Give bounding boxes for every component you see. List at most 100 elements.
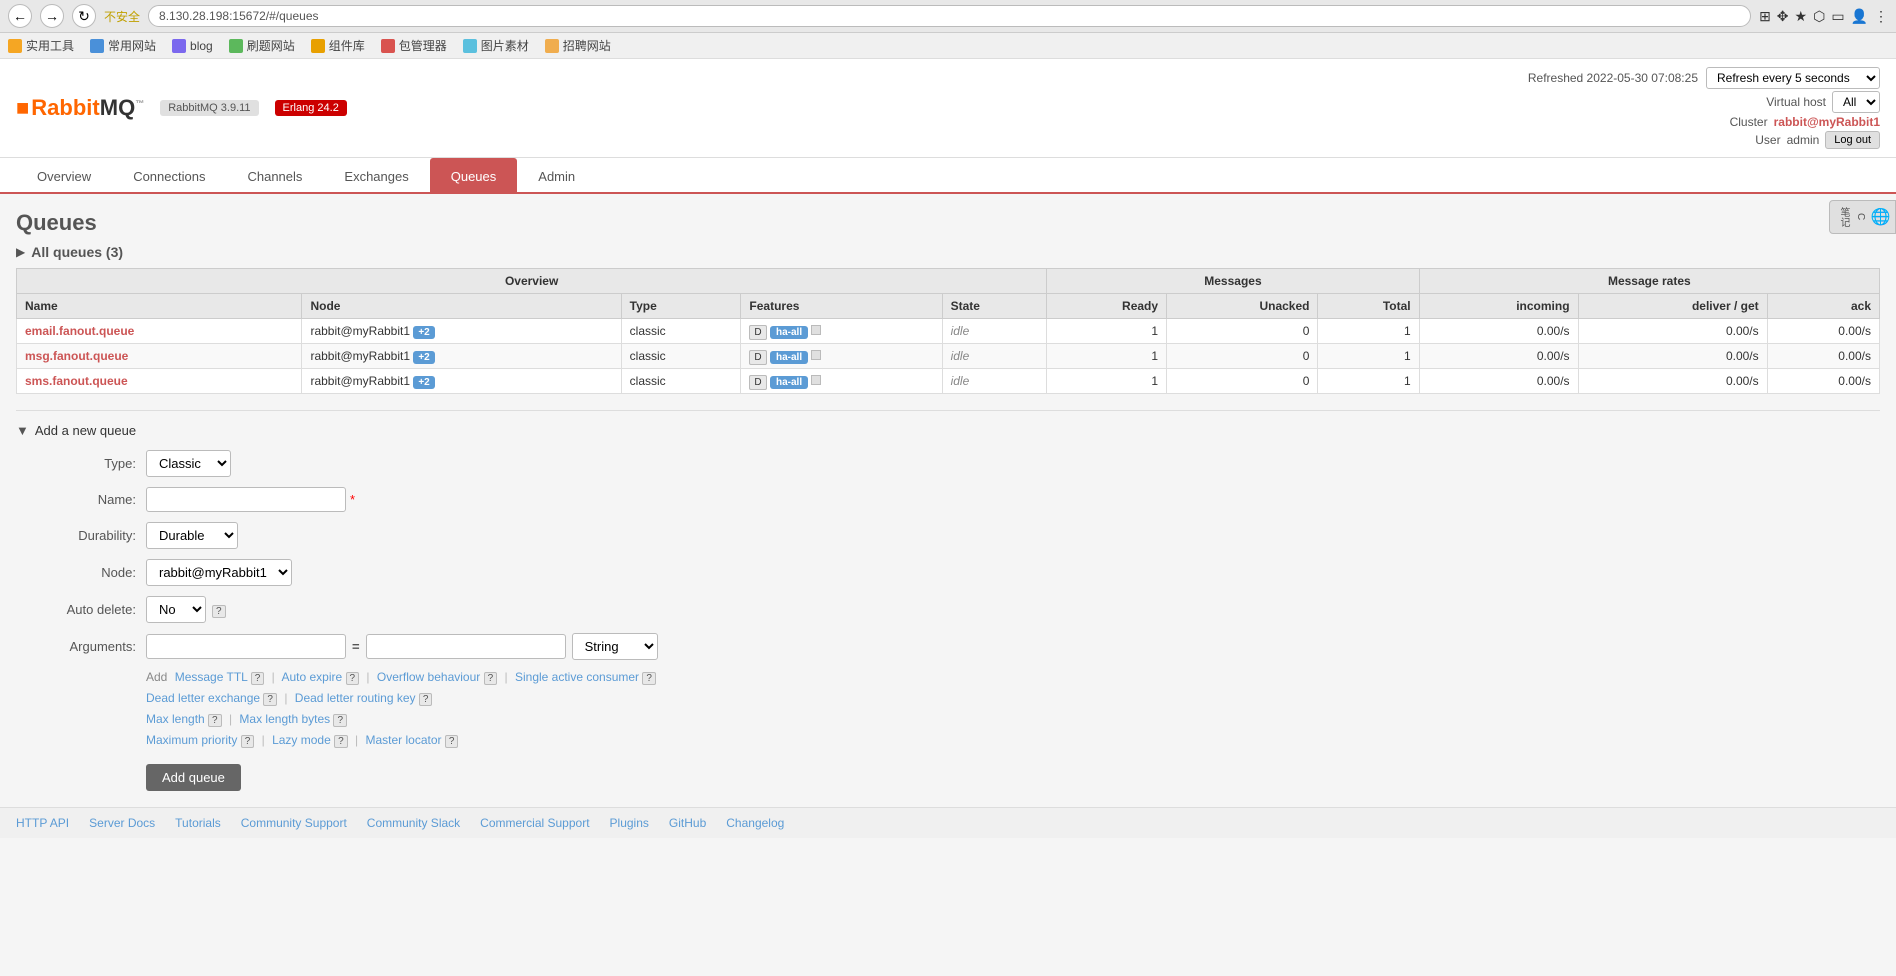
- durability-select[interactable]: Durable Transient: [146, 522, 238, 549]
- auto-expire-help-button[interactable]: ?: [346, 672, 360, 685]
- type-select[interactable]: Classic Quorum: [146, 450, 231, 477]
- logout-button[interactable]: Log out: [1825, 131, 1880, 149]
- reload-button[interactable]: ↻: [72, 4, 96, 28]
- arg-link-maximum-priority[interactable]: Maximum priority: [146, 733, 237, 747]
- maximum-priority-help-button[interactable]: ?: [241, 735, 255, 748]
- tab-exchanges[interactable]: Exchanges: [323, 158, 429, 194]
- footer-link-community-support[interactable]: Community Support: [241, 816, 347, 830]
- col-ready: Ready: [1047, 294, 1167, 319]
- overflow-help-button[interactable]: ?: [484, 672, 498, 685]
- user-row: User admin Log out: [1755, 131, 1880, 149]
- logo-mq: MQ: [100, 95, 135, 120]
- add-queue-arrow-icon: ▼: [16, 423, 29, 438]
- name-input[interactable]: [146, 487, 346, 512]
- side-panel[interactable]: 🌐 C 笔记: [1829, 200, 1896, 234]
- bookmark-blog[interactable]: blog: [172, 37, 213, 54]
- footer-link-community-slack[interactable]: Community Slack: [367, 816, 460, 830]
- arg-link-max-length[interactable]: Max length: [146, 712, 205, 726]
- arg-link-master-locator[interactable]: Master locator: [365, 733, 441, 747]
- arg-link-overflow-behaviour[interactable]: Overflow behaviour: [377, 670, 480, 684]
- queue-total-sms: 1: [1318, 369, 1419, 394]
- bookmark-shuati[interactable]: 刷题网站: [229, 37, 295, 54]
- footer-link-plugins[interactable]: Plugins: [610, 816, 649, 830]
- queue-deliver-sms: 0.00/s: [1578, 369, 1767, 394]
- col-node: Node: [302, 294, 621, 319]
- queue-ack-sms: 0.00/s: [1767, 369, 1879, 394]
- durable-badge: D: [749, 375, 766, 390]
- bookmark-changyong[interactable]: 常用网站: [90, 37, 156, 54]
- tab-overview[interactable]: Overview: [16, 158, 112, 194]
- queue-ack-msg: 0.00/s: [1767, 344, 1879, 369]
- queue-type-sms: classic: [621, 369, 741, 394]
- queue-name-sms[interactable]: sms.fanout.queue: [17, 369, 302, 394]
- max-length-help-button[interactable]: ?: [208, 714, 222, 727]
- tab-admin[interactable]: Admin: [517, 158, 596, 194]
- footer-link-commercial-support[interactable]: Commercial Support: [480, 816, 589, 830]
- bookmark-shiyong[interactable]: 实用工具: [8, 37, 74, 54]
- back-button[interactable]: ←: [8, 4, 32, 28]
- col-name: Name: [17, 294, 302, 319]
- refresh-select[interactable]: Refresh every 5 seconds Refresh every 10…: [1706, 67, 1880, 89]
- bookmark-tupian[interactable]: 图片素材: [463, 37, 529, 54]
- add-args-row-3: Max length ? | Max length bytes ?: [146, 712, 1880, 727]
- footer-link-http-api[interactable]: HTTP API: [16, 816, 69, 830]
- name-row: Name: *: [16, 487, 1880, 512]
- footer-link-tutorials[interactable]: Tutorials: [175, 816, 221, 830]
- ha-badge: ha-all: [770, 376, 808, 389]
- queue-name-email[interactable]: email.fanout.queue: [17, 319, 302, 344]
- lazy-mode-help-button[interactable]: ?: [334, 735, 348, 748]
- arg-type-select[interactable]: String Number Boolean: [572, 633, 658, 660]
- add-args-row-2: Dead letter exchange ? | Dead letter rou…: [146, 691, 1880, 706]
- tab-queues[interactable]: Queues: [430, 158, 518, 194]
- plus2-badge[interactable]: +2: [413, 326, 434, 339]
- plus2-badge[interactable]: +2: [413, 376, 434, 389]
- section-arrow-icon: ▶: [16, 245, 25, 259]
- ha-badge: ha-all: [770, 351, 808, 364]
- virtual-host-select[interactable]: All: [1832, 91, 1880, 113]
- single-active-help-button[interactable]: ?: [642, 672, 656, 685]
- logo-tm: ™: [135, 99, 144, 109]
- footer-link-server-docs[interactable]: Server Docs: [89, 816, 155, 830]
- node-select[interactable]: rabbit@myRabbit1: [146, 559, 292, 586]
- logo-text: RabbitMQ™: [31, 95, 144, 121]
- arguments-inputs: = String Number Boolean: [146, 633, 658, 660]
- add-queue-button[interactable]: Add queue: [146, 764, 241, 791]
- col-state: State: [942, 294, 1047, 319]
- durability-row: Durability: Durable Transient: [16, 522, 1880, 549]
- tab-channels[interactable]: Channels: [226, 158, 323, 194]
- message-ttl-help-button[interactable]: ?: [251, 672, 265, 685]
- arg-link-auto-expire[interactable]: Auto expire: [281, 670, 342, 684]
- arg-value-input[interactable]: [366, 634, 566, 659]
- nav-tabs: Overview Connections Channels Exchanges …: [0, 158, 1896, 194]
- arg-link-max-length-bytes[interactable]: Max length bytes: [239, 712, 330, 726]
- type-label: Type:: [16, 456, 136, 471]
- auto-delete-select[interactable]: No Yes: [146, 596, 206, 623]
- arg-link-dead-letter-exchange[interactable]: Dead letter exchange: [146, 691, 260, 705]
- arg-link-dead-letter-routing-key[interactable]: Dead letter routing key: [295, 691, 416, 705]
- arg-link-single-active-consumer[interactable]: Single active consumer: [515, 670, 639, 684]
- queue-node-sms: rabbit@myRabbit1 +2: [302, 369, 621, 394]
- footer-link-changelog[interactable]: Changelog: [726, 816, 784, 830]
- queue-incoming-email: 0.00/s: [1419, 319, 1578, 344]
- arg-link-lazy-mode[interactable]: Lazy mode: [272, 733, 331, 747]
- add-queue-toggle[interactable]: ▼ Add a new queue: [16, 423, 1880, 438]
- dead-letter-exchange-help-button[interactable]: ?: [263, 693, 277, 706]
- bookmark-baoguanliji[interactable]: 包管理器: [381, 37, 447, 54]
- tab-connections[interactable]: Connections: [112, 158, 226, 194]
- auto-delete-help-button[interactable]: ?: [212, 605, 226, 618]
- col-incoming: incoming: [1419, 294, 1578, 319]
- plus2-badge[interactable]: +2: [413, 351, 434, 364]
- bookmarks-bar: 实用工具 常用网站 blog 刷题网站 组件库 包管理器 图片素材 招聘网站: [0, 33, 1896, 59]
- sq-badge: [811, 350, 821, 360]
- arg-key-input[interactable]: [146, 634, 346, 659]
- bookmark-zhaopin[interactable]: 招聘网站: [545, 37, 611, 54]
- all-queues-section-header[interactable]: ▶ All queues (3): [16, 244, 1880, 260]
- queue-name-msg[interactable]: msg.fanout.queue: [17, 344, 302, 369]
- max-length-bytes-help-button[interactable]: ?: [333, 714, 347, 727]
- dead-letter-routing-key-help-button[interactable]: ?: [419, 693, 433, 706]
- arg-link-message-ttl[interactable]: Message TTL: [175, 670, 248, 684]
- footer-link-github[interactable]: GitHub: [669, 816, 706, 830]
- master-locator-help-button[interactable]: ?: [445, 735, 459, 748]
- forward-button[interactable]: →: [40, 4, 64, 28]
- bookmark-zujianjian[interactable]: 组件库: [311, 37, 365, 54]
